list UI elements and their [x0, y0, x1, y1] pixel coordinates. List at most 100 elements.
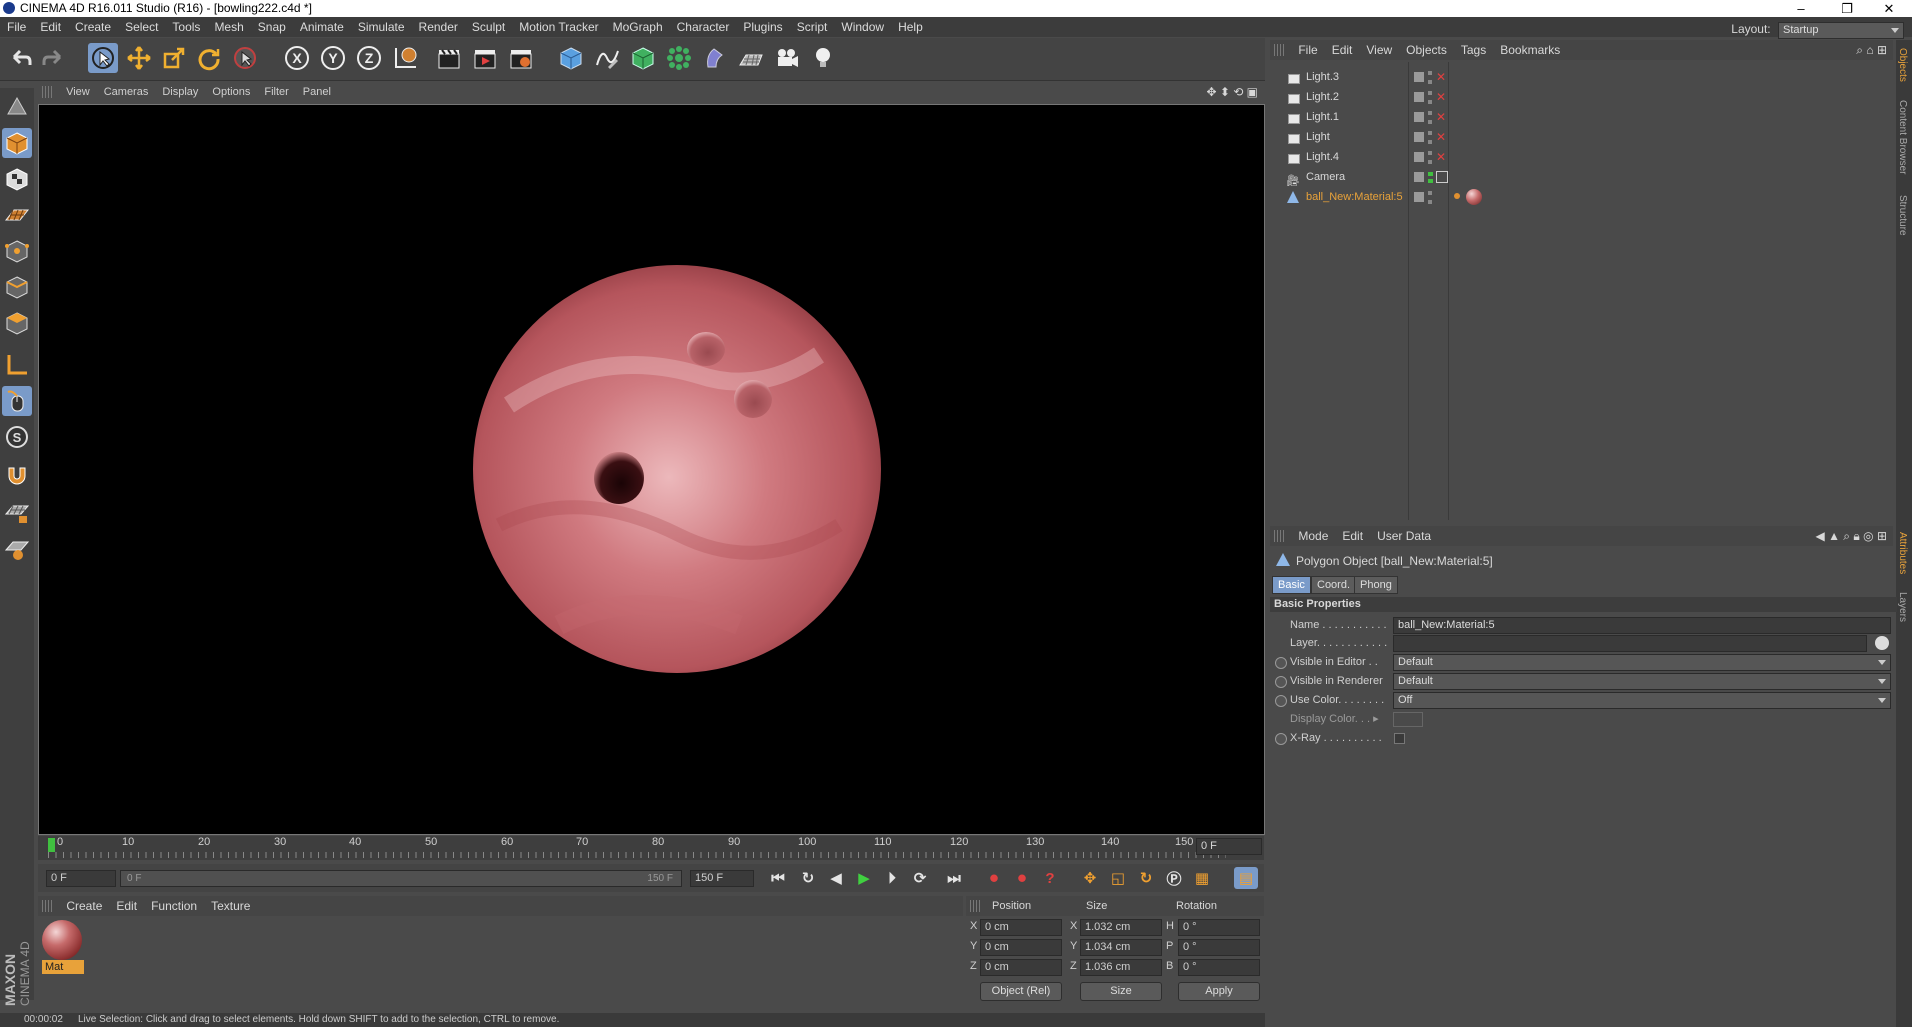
visibility-dots-icon[interactable]	[1428, 172, 1433, 183]
autokeying-button[interactable]: ⏺	[1010, 867, 1034, 889]
position-x-field[interactable]: 0 cm	[980, 919, 1062, 936]
material-manager-grip[interactable]	[42, 900, 52, 912]
workplane-lock-button[interactable]	[2, 498, 32, 528]
planar-workplane-button[interactable]	[2, 534, 32, 564]
menu-help[interactable]: Help	[891, 17, 930, 37]
tab-coord[interactable]: Coord.	[1311, 576, 1357, 594]
keyframe-selection-button[interactable]: ?	[1038, 867, 1062, 889]
tab-objects[interactable]: Objects	[1897, 48, 1908, 82]
object-menu-tags[interactable]: Tags	[1454, 40, 1493, 60]
menu-simulate[interactable]: Simulate	[351, 17, 412, 37]
rotation-p-field[interactable]: 0 °	[1178, 939, 1260, 956]
menu-render[interactable]: Render	[412, 17, 465, 37]
render-to-picture-viewer-button[interactable]	[470, 43, 500, 73]
disabled-x-icon[interactable]: ✕	[1436, 128, 1446, 147]
animate-radio-icon[interactable]	[1275, 676, 1287, 688]
material-menu-create[interactable]: Create	[59, 896, 109, 916]
visibility-dots-icon[interactable]	[1428, 151, 1432, 164]
make-editable-button[interactable]	[2, 92, 32, 122]
viewport-grip[interactable]	[42, 86, 52, 98]
attribute-menu-mode[interactable]: Mode	[1291, 526, 1335, 546]
object-row[interactable]: 🎥︎ Camera	[1270, 168, 1893, 187]
name-field[interactable]: ball_New:Material:5	[1393, 617, 1891, 634]
max-time-field[interactable]: 150 F	[690, 870, 754, 887]
texture-mode-button[interactable]	[2, 164, 32, 194]
target-icon[interactable]: ◎	[1863, 529, 1873, 543]
timeline-ruler[interactable]: 0 10 20 30 40 50 60 70 80 90 100 110 120…	[38, 836, 1264, 860]
tweak-mode-button[interactable]	[2, 386, 32, 416]
menu-character[interactable]: Character	[670, 17, 737, 37]
rotation-b-field[interactable]: 0 °	[1178, 959, 1260, 976]
solo-mode-button[interactable]: S	[2, 422, 32, 452]
coordinates-grip[interactable]	[970, 900, 980, 912]
add-generator-button[interactable]	[628, 43, 658, 73]
add-deformer-button[interactable]	[700, 43, 730, 73]
record-scale-button[interactable]: ◱	[1106, 867, 1130, 889]
menu-create[interactable]: Create	[68, 17, 118, 37]
animate-radio-icon[interactable]	[1275, 695, 1287, 707]
axis-mode-button[interactable]	[2, 350, 32, 380]
menu-sculpt[interactable]: Sculpt	[465, 17, 512, 37]
xray-checkbox[interactable]	[1394, 733, 1405, 744]
back-arrow-icon[interactable]: ◀	[1815, 529, 1824, 543]
visibility-dots-icon[interactable]	[1428, 131, 1432, 144]
menu-window[interactable]: Window	[834, 17, 891, 37]
camera-tag-icon[interactable]	[1436, 171, 1448, 183]
home-icon[interactable]: ⌂	[1866, 43, 1873, 57]
visible-in-renderer-select[interactable]: Default	[1393, 673, 1891, 690]
enable-checkbox-icon[interactable]	[1414, 172, 1424, 182]
object-manager-grip[interactable]	[1274, 44, 1284, 56]
object-menu-bookmarks[interactable]: Bookmarks	[1493, 40, 1567, 60]
close-button[interactable]: ✕	[1866, 0, 1912, 17]
record-parameter-button[interactable]: Ⓟ	[1162, 867, 1186, 889]
material-tag-icon[interactable]	[1466, 189, 1482, 205]
new-view-icon[interactable]: ⊞	[1877, 529, 1887, 543]
perspective-viewport[interactable]	[38, 104, 1265, 835]
layer-picker-icon[interactable]	[1875, 636, 1889, 650]
go-to-start-button[interactable]: ⏮	[766, 867, 790, 889]
menu-edit[interactable]: Edit	[33, 17, 68, 37]
disabled-x-icon[interactable]: ✕	[1436, 68, 1446, 87]
rotate-tool-button[interactable]	[194, 43, 224, 73]
object-menu-edit[interactable]: Edit	[1325, 40, 1360, 60]
menu-mograph[interactable]: MoGraph	[606, 17, 670, 37]
material-menu-function[interactable]: Function	[144, 896, 204, 916]
visibility-dots-icon[interactable]	[1428, 111, 1432, 124]
menu-snap[interactable]: Snap	[251, 17, 293, 37]
enable-checkbox-icon[interactable]	[1414, 132, 1424, 142]
layer-field[interactable]	[1393, 635, 1867, 652]
object-menu-file[interactable]: File	[1291, 40, 1324, 60]
viewport-menu-filter[interactable]: Filter	[257, 83, 295, 101]
lock-icon[interactable]: 🔒︎	[1853, 529, 1859, 543]
object-menu-view[interactable]: View	[1359, 40, 1399, 60]
size-y-field[interactable]: 1.034 cm	[1080, 939, 1162, 956]
animate-radio-icon[interactable]	[1275, 733, 1287, 745]
visibility-dots-icon[interactable]	[1428, 191, 1432, 204]
redo-button[interactable]	[38, 43, 68, 73]
visible-in-editor-select[interactable]: Default	[1393, 654, 1891, 671]
live-selection-button[interactable]	[88, 43, 118, 73]
disabled-x-icon[interactable]: ✕	[1436, 88, 1446, 107]
tab-phong[interactable]: Phong	[1354, 576, 1398, 594]
record-position-button[interactable]: ✥	[1078, 867, 1102, 889]
restore-button[interactable]: ❐	[1824, 0, 1870, 17]
min-time-field[interactable]: 0 F	[46, 870, 116, 887]
size-x-field[interactable]: 1.032 cm	[1080, 919, 1162, 936]
object-row[interactable]: Light.1 ✕	[1270, 108, 1893, 127]
tab-basic[interactable]: Basic	[1272, 576, 1311, 594]
search-icon[interactable]: ⌕	[1843, 529, 1850, 543]
object-row[interactable]: Light.2 ✕	[1270, 88, 1893, 107]
menu-script[interactable]: Script	[790, 17, 835, 37]
rotation-h-field[interactable]: 0 °	[1178, 919, 1260, 936]
add-floor-button[interactable]	[736, 43, 766, 73]
coordinate-system-button[interactable]	[390, 43, 420, 73]
tab-attributes[interactable]: Attributes	[1897, 532, 1908, 574]
object-row[interactable]: Light.3 ✕	[1270, 68, 1893, 87]
y-axis-button[interactable]: Y	[318, 43, 348, 73]
position-y-field[interactable]: 0 cm	[980, 939, 1062, 956]
attribute-menu-edit[interactable]: Edit	[1335, 526, 1370, 546]
x-axis-button[interactable]: X	[282, 43, 312, 73]
enable-checkbox-icon[interactable]	[1414, 72, 1424, 82]
menu-select[interactable]: Select	[118, 17, 165, 37]
next-frame-button[interactable]: ⏵	[880, 867, 904, 889]
